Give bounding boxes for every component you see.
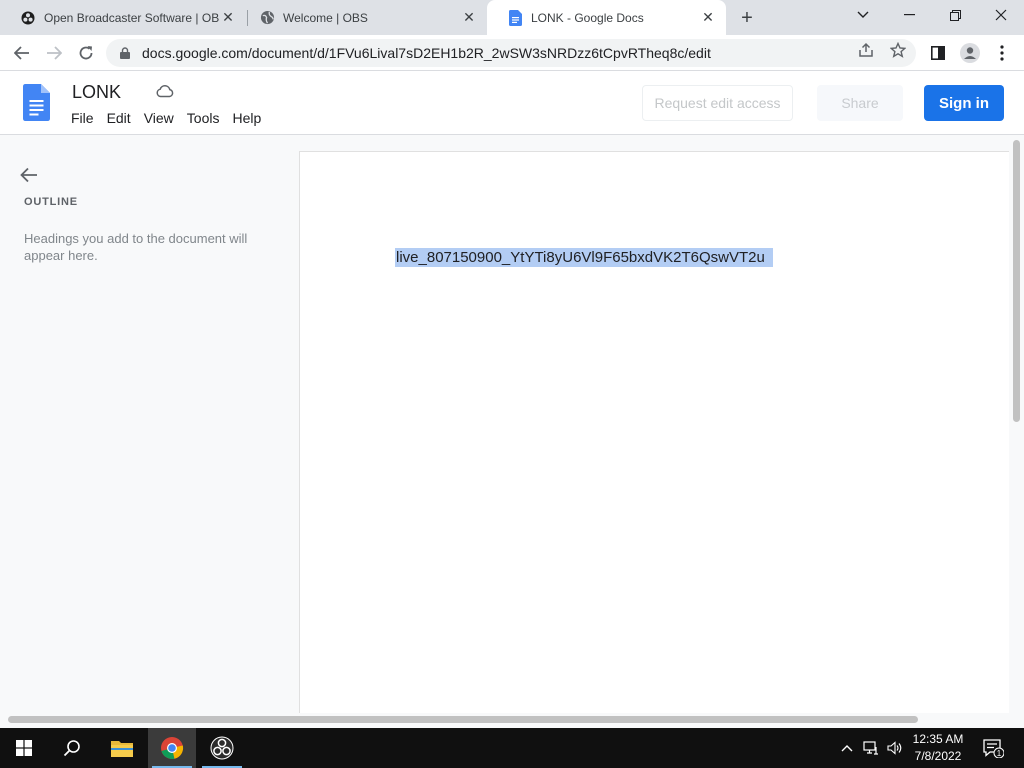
share-button[interactable]: Share (817, 85, 903, 121)
url-text: docs.google.com/document/d/1FVu6Lival7sD… (142, 45, 711, 61)
system-clock[interactable]: 12:35 AM 7/8/2022 (900, 731, 976, 765)
document-canvas: live_807150900_YtYTi8yU6Vl9F65bxdVK2T6Qs… (298, 136, 1024, 713)
google-docs-logo-icon[interactable] (23, 84, 50, 121)
browser-toolbar: docs.google.com/document/d/1FVu6Lival7sD… (0, 35, 1024, 71)
menu-edit[interactable]: Edit (107, 110, 131, 126)
document-title[interactable]: LONK (72, 82, 121, 103)
windows-start-icon[interactable] (0, 728, 48, 768)
tab-obs[interactable]: Open Broadcaster Software | OBS ✕ (0, 0, 246, 35)
outline-empty-hint: Headings you add to the document will ap… (24, 231, 248, 263)
request-edit-access-button[interactable]: Request edit access (642, 85, 793, 121)
close-tab-icon[interactable]: ✕ (220, 9, 236, 26)
minimize-icon[interactable] (886, 0, 932, 30)
obs-taskbar-icon[interactable] (198, 728, 246, 768)
forward-icon[interactable] (41, 40, 67, 66)
close-window-icon[interactable] (978, 0, 1024, 30)
menu-tools[interactable]: Tools (187, 110, 220, 126)
network-icon[interactable] (860, 728, 882, 768)
clock-time: 12:35 AM (912, 732, 964, 746)
tab-search-icon[interactable] (840, 0, 886, 30)
menu-view[interactable]: View (144, 110, 174, 126)
cloud-saved-icon[interactable] (156, 84, 174, 98)
tab-strip: Open Broadcaster Software | OBS ✕ Welcom… (0, 0, 1024, 35)
share-page-icon[interactable] (857, 41, 875, 59)
docs-header: LONK File Edit View Tools Help Request e… (0, 71, 1024, 135)
menu-help[interactable]: Help (232, 110, 261, 126)
new-tab-button[interactable]: + (735, 6, 759, 30)
globe-icon (259, 10, 275, 26)
windows-taskbar: 12:35 AM 7/8/2022 1 (0, 728, 1024, 768)
notification-center-icon[interactable]: 1 (978, 728, 1008, 768)
restore-icon[interactable] (932, 0, 978, 30)
horizontal-scrollbar[interactable] (8, 716, 918, 723)
close-outline-arrow-icon[interactable] (18, 164, 40, 186)
profile-avatar-icon[interactable] (957, 40, 983, 66)
tab-title: Welcome | OBS (283, 10, 368, 25)
vertical-scrollbar[interactable] (1013, 140, 1020, 422)
address-bar[interactable]: docs.google.com/document/d/1FVu6Lival7sD… (106, 39, 916, 67)
bookmark-star-icon[interactable] (889, 41, 907, 59)
close-tab-icon[interactable]: ✕ (461, 9, 477, 26)
google-docs-icon (507, 9, 523, 26)
notification-count: 1 (997, 749, 1002, 758)
lock-icon[interactable] (120, 47, 134, 59)
search-icon[interactable] (48, 728, 96, 768)
tab-title: LONK - Google Docs (531, 10, 644, 25)
menu-file[interactable]: File (71, 110, 94, 126)
tab-lonk-google-docs[interactable]: LONK - Google Docs ✕ (487, 0, 726, 35)
side-panel-icon[interactable] (925, 40, 951, 66)
docs-menu-bar: File Edit View Tools Help (71, 110, 274, 126)
browser-menu-icon[interactable] (989, 40, 1015, 66)
show-hidden-icons-chevron-icon[interactable] (836, 728, 858, 768)
close-tab-icon[interactable]: ✕ (700, 9, 716, 26)
file-explorer-icon[interactable] (98, 728, 146, 768)
obs-icon (20, 10, 36, 26)
reload-icon[interactable] (73, 40, 99, 66)
tab-title: Open Broadcaster Software | OBS (44, 10, 220, 25)
chrome-taskbar-icon[interactable] (148, 728, 196, 768)
tab-welcome-obs[interactable]: Welcome | OBS ✕ (239, 0, 487, 35)
back-icon[interactable] (9, 40, 35, 66)
selected-document-text[interactable]: live_807150900_YtYTi8yU6Vl9F65bxdVK2T6Qs… (395, 248, 773, 267)
document-page[interactable]: live_807150900_YtYTi8yU6Vl9F65bxdVK2T6Qs… (299, 151, 1009, 713)
clock-date: 7/8/2022 (914, 749, 962, 763)
outline-heading: OUTLINE (24, 196, 78, 208)
outline-panel: OUTLINE Headings you add to the document… (0, 136, 298, 713)
sign-in-button[interactable]: Sign in (924, 85, 1004, 121)
